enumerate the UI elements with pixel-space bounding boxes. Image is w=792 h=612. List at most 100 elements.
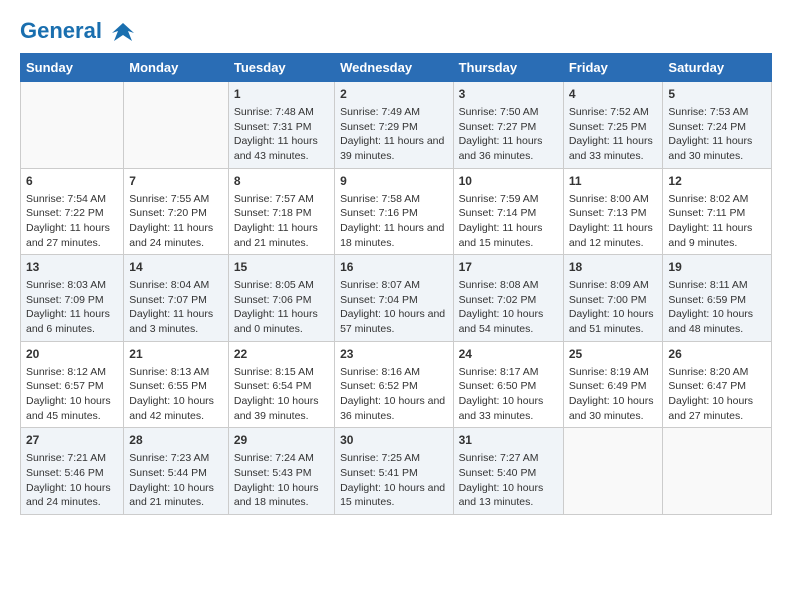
day-number: 28 — [129, 432, 223, 449]
col-header-wednesday: Wednesday — [335, 54, 453, 82]
cell-content: Sunrise: 7:49 AM Sunset: 7:29 PM Dayligh… — [340, 105, 447, 164]
day-number: 10 — [459, 173, 558, 190]
cell-content: Sunrise: 7:24 AM Sunset: 5:43 PM Dayligh… — [234, 451, 329, 510]
day-number: 20 — [26, 346, 118, 363]
cell-content: Sunrise: 8:19 AM Sunset: 6:49 PM Dayligh… — [569, 365, 658, 424]
calendar-cell: 12 Sunrise: 8:02 AM Sunset: 7:11 PM Dayli… — [663, 168, 772, 255]
cell-content: Sunrise: 7:57 AM Sunset: 7:18 PM Dayligh… — [234, 192, 329, 251]
calendar-cell: 24 Sunrise: 8:17 AM Sunset: 6:50 PM Dayli… — [453, 341, 563, 428]
cell-content: Sunrise: 8:03 AM Sunset: 7:09 PM Dayligh… — [26, 278, 118, 337]
logo-text: General — [20, 18, 138, 45]
cell-content: Sunrise: 8:05 AM Sunset: 7:06 PM Dayligh… — [234, 278, 329, 337]
calendar-cell — [124, 82, 229, 169]
calendar-cell: 21Sunrise: 8:13 AM Sunset: 6:55 PM Dayli… — [124, 341, 229, 428]
day-number: 6 — [26, 173, 118, 190]
header-row: SundayMondayTuesdayWednesdayThursdayFrid… — [21, 54, 772, 82]
cell-content: Sunrise: 7:25 AM Sunset: 5:41 PM Dayligh… — [340, 451, 447, 510]
day-number: 18 — [569, 259, 658, 276]
col-header-sunday: Sunday — [21, 54, 124, 82]
calendar-cell: 19Sunrise: 8:11 AM Sunset: 6:59 PM Dayli… — [663, 255, 772, 342]
day-number: 8 — [234, 173, 329, 190]
calendar-cell: 13 Sunrise: 8:03 AM Sunset: 7:09 PM Dayli… — [21, 255, 124, 342]
calendar-cell: 23 Sunrise: 8:16 AM Sunset: 6:52 PM Dayli… — [335, 341, 453, 428]
week-row-2: 6 Sunrise: 7:54 AM Sunset: 7:22 PM Daylig… — [21, 168, 772, 255]
day-number: 22 — [234, 346, 329, 363]
day-number: 16 — [340, 259, 447, 276]
day-number: 5 — [668, 86, 766, 103]
week-row-4: 20 Sunrise: 8:12 AM Sunset: 6:57 PM Dayli… — [21, 341, 772, 428]
col-header-thursday: Thursday — [453, 54, 563, 82]
calendar-cell: 9Sunrise: 7:58 AM Sunset: 7:16 PM Daylig… — [335, 168, 453, 255]
day-number: 31 — [459, 432, 558, 449]
calendar-cell: 27 Sunrise: 7:21 AM Sunset: 5:46 PM Dayli… — [21, 428, 124, 515]
calendar-cell: 30 Sunrise: 7:25 AM Sunset: 5:41 PM Dayli… — [335, 428, 453, 515]
calendar-cell: 10 Sunrise: 7:59 AM Sunset: 7:14 PM Dayli… — [453, 168, 563, 255]
calendar-cell: 31Sunrise: 7:27 AM Sunset: 5:40 PM Dayli… — [453, 428, 563, 515]
logo-bird-icon — [110, 19, 136, 45]
cell-content: Sunrise: 7:21 AM Sunset: 5:46 PM Dayligh… — [26, 451, 118, 510]
day-number: 30 — [340, 432, 447, 449]
calendar-cell — [563, 428, 663, 515]
cell-content: Sunrise: 8:02 AM Sunset: 7:11 PM Dayligh… — [668, 192, 766, 251]
calendar-cell: 18 Sunrise: 8:09 AM Sunset: 7:00 PM Dayli… — [563, 255, 663, 342]
col-header-saturday: Saturday — [663, 54, 772, 82]
cell-content: Sunrise: 8:17 AM Sunset: 6:50 PM Dayligh… — [459, 365, 558, 424]
cell-content: Sunrise: 8:11 AM Sunset: 6:59 PM Dayligh… — [668, 278, 766, 337]
day-number: 9 — [340, 173, 447, 190]
col-header-monday: Monday — [124, 54, 229, 82]
day-number: 13 — [26, 259, 118, 276]
calendar-cell: 8 Sunrise: 7:57 AM Sunset: 7:18 PM Daylig… — [228, 168, 334, 255]
day-number: 11 — [569, 173, 658, 190]
cell-content: Sunrise: 8:00 AM Sunset: 7:13 PM Dayligh… — [569, 192, 658, 251]
calendar-cell: 20 Sunrise: 8:12 AM Sunset: 6:57 PM Dayli… — [21, 341, 124, 428]
cell-content: Sunrise: 7:59 AM Sunset: 7:14 PM Dayligh… — [459, 192, 558, 251]
calendar-cell: 17Sunrise: 8:08 AM Sunset: 7:02 PM Dayli… — [453, 255, 563, 342]
calendar-cell: 16 Sunrise: 8:07 AM Sunset: 7:04 PM Dayli… — [335, 255, 453, 342]
day-number: 21 — [129, 346, 223, 363]
day-number: 17 — [459, 259, 558, 276]
header: General — [20, 18, 772, 43]
day-number: 24 — [459, 346, 558, 363]
day-number: 3 — [459, 86, 558, 103]
cell-content: Sunrise: 7:54 AM Sunset: 7:22 PM Dayligh… — [26, 192, 118, 251]
cell-content: Sunrise: 7:52 AM Sunset: 7:25 PM Dayligh… — [569, 105, 658, 164]
calendar-cell: 26 Sunrise: 8:20 AM Sunset: 6:47 PM Dayli… — [663, 341, 772, 428]
cell-content: Sunrise: 8:20 AM Sunset: 6:47 PM Dayligh… — [668, 365, 766, 424]
calendar-cell: 2 Sunrise: 7:49 AM Sunset: 7:29 PM Daylig… — [335, 82, 453, 169]
calendar-cell: 4Sunrise: 7:52 AM Sunset: 7:25 PM Daylig… — [563, 82, 663, 169]
col-header-friday: Friday — [563, 54, 663, 82]
calendar-cell: 1Sunrise: 7:48 AM Sunset: 7:31 PM Daylig… — [228, 82, 334, 169]
calendar-cell — [663, 428, 772, 515]
day-number: 29 — [234, 432, 329, 449]
cell-content: Sunrise: 8:09 AM Sunset: 7:00 PM Dayligh… — [569, 278, 658, 337]
cell-content: Sunrise: 8:15 AM Sunset: 6:54 PM Dayligh… — [234, 365, 329, 424]
day-number: 25 — [569, 346, 658, 363]
day-number: 26 — [668, 346, 766, 363]
day-number: 14 — [129, 259, 223, 276]
week-row-3: 13 Sunrise: 8:03 AM Sunset: 7:09 PM Dayli… — [21, 255, 772, 342]
day-number: 27 — [26, 432, 118, 449]
page: General SundayMondayTuesdayWednesdayThur… — [0, 0, 792, 533]
day-number: 1 — [234, 86, 329, 103]
calendar-cell: 5 Sunrise: 7:53 AM Sunset: 7:24 PM Daylig… — [663, 82, 772, 169]
day-number: 15 — [234, 259, 329, 276]
col-header-tuesday: Tuesday — [228, 54, 334, 82]
calendar-cell: 7Sunrise: 7:55 AM Sunset: 7:20 PM Daylig… — [124, 168, 229, 255]
week-row-1: 1Sunrise: 7:48 AM Sunset: 7:31 PM Daylig… — [21, 82, 772, 169]
calendar-cell: 29 Sunrise: 7:24 AM Sunset: 5:43 PM Dayli… — [228, 428, 334, 515]
calendar-cell: 15 Sunrise: 8:05 AM Sunset: 7:06 PM Dayli… — [228, 255, 334, 342]
cell-content: Sunrise: 8:12 AM Sunset: 6:57 PM Dayligh… — [26, 365, 118, 424]
day-number: 23 — [340, 346, 447, 363]
cell-content: Sunrise: 7:53 AM Sunset: 7:24 PM Dayligh… — [668, 105, 766, 164]
logo-general: General — [20, 18, 102, 43]
cell-content: Sunrise: 7:55 AM Sunset: 7:20 PM Dayligh… — [129, 192, 223, 251]
calendar-table: SundayMondayTuesdayWednesdayThursdayFrid… — [20, 53, 772, 515]
week-row-5: 27 Sunrise: 7:21 AM Sunset: 5:46 PM Dayli… — [21, 428, 772, 515]
day-number: 2 — [340, 86, 447, 103]
cell-content: Sunrise: 8:04 AM Sunset: 7:07 PM Dayligh… — [129, 278, 223, 337]
calendar-cell: 11 Sunrise: 8:00 AM Sunset: 7:13 PM Dayli… — [563, 168, 663, 255]
cell-content: Sunrise: 8:07 AM Sunset: 7:04 PM Dayligh… — [340, 278, 447, 337]
calendar-cell — [21, 82, 124, 169]
day-number: 12 — [668, 173, 766, 190]
cell-content: Sunrise: 8:16 AM Sunset: 6:52 PM Dayligh… — [340, 365, 447, 424]
